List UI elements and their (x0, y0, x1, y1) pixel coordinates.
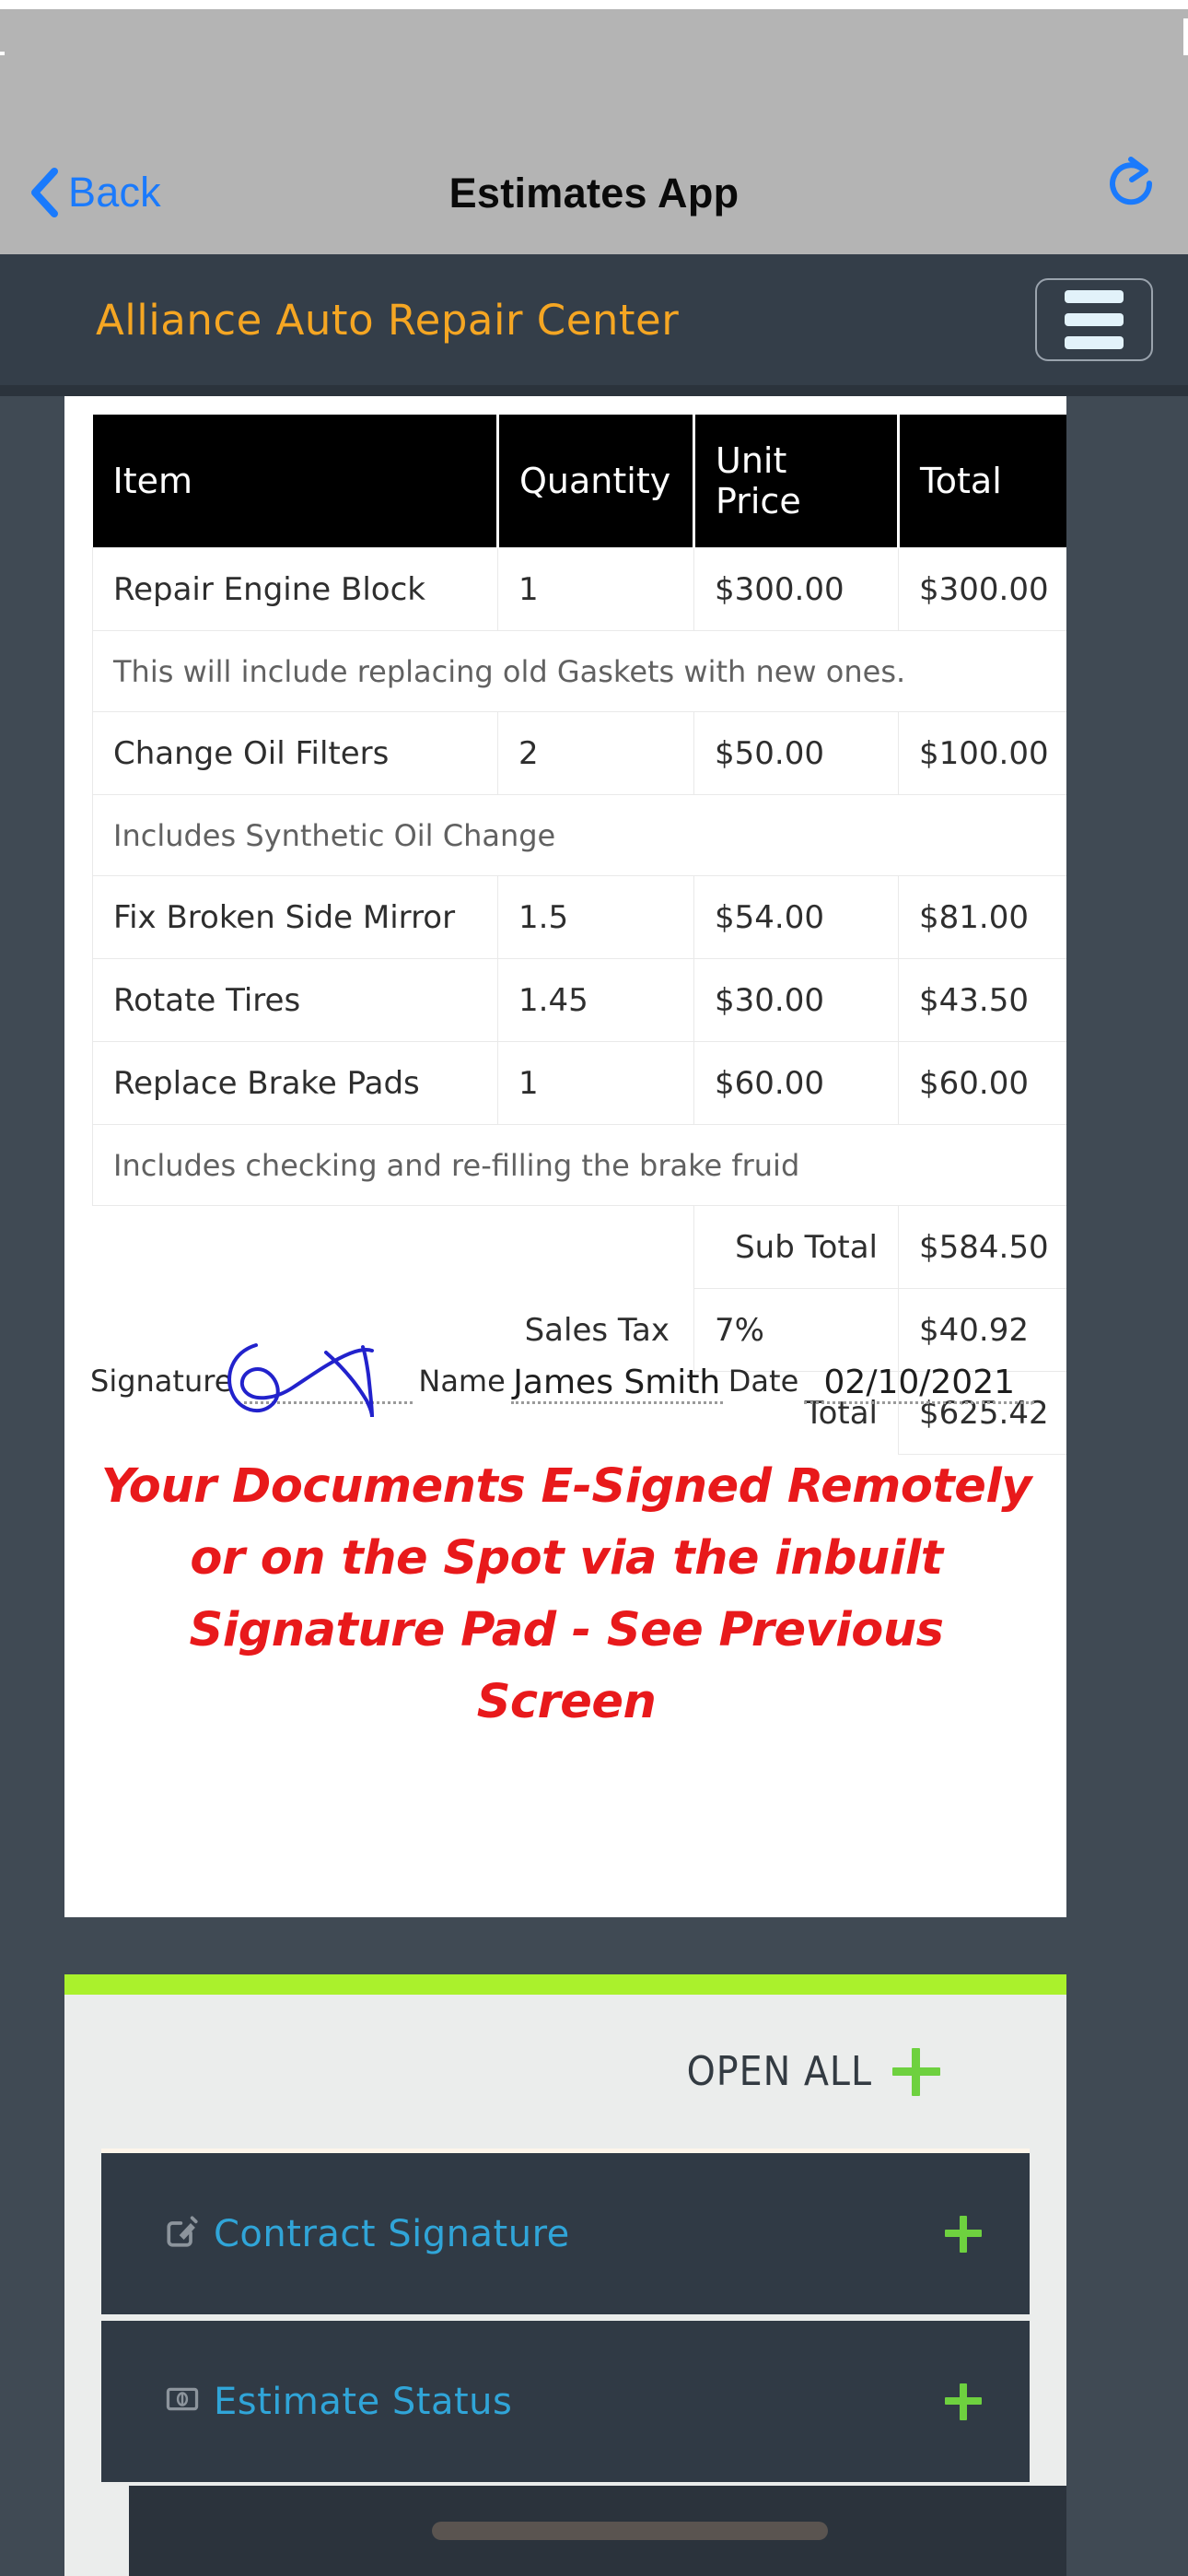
hamburger-menu-icon-bar-3 (1065, 336, 1124, 349)
table-header-row: Item Quantity Unit Price Total (92, 415, 1066, 548)
promo-line-3: Signature Pad - See Previous Screen (189, 1603, 944, 1729)
sales-tax-value: $40.92 (898, 1288, 1066, 1372)
cell-unit-price: $60.00 (693, 1041, 899, 1125)
refresh-icon (1103, 157, 1160, 217)
date-value: 02/10/2021 (823, 1364, 1016, 1401)
table-note-row: Includes Synthetic Oil Change (92, 794, 1066, 876)
header-divider (0, 385, 1188, 396)
ios-status-bar (0, 0, 1188, 116)
refresh-button[interactable] (1103, 152, 1160, 217)
table-note-row: This will include replacing old Gaskets … (92, 630, 1066, 712)
cell-unit-price: $30.00 (693, 958, 899, 1042)
column-header-quantity: Quantity (497, 415, 695, 548)
column-header-item: Item (92, 415, 499, 548)
column-header-total: Total (898, 415, 1066, 548)
accordion-item-label: Estimate Status (214, 2380, 513, 2423)
cell-unit-price: $54.00 (693, 875, 899, 959)
app-brand-header: Alliance Auto Repair Center (0, 254, 1188, 385)
name-value: James Smith (513, 1364, 721, 1401)
status-bar-edge-right (1183, 18, 1188, 60)
app-screen: Back Estimates App Alliance Auto Repair … (0, 0, 1188, 2576)
open-all-button[interactable]: OPEN ALL (64, 1995, 1066, 2149)
cell-item: Fix Broken Side Mirror (92, 875, 498, 959)
signature-label: Signature (90, 1364, 233, 1399)
navigation-bar: Back Estimates App (0, 55, 1188, 254)
promo-line-1: Your Documents E-Signed Remotely (100, 1459, 1032, 1514)
table-row[interactable]: Change Oil Filters 2 $50.00 $100.00 (92, 711, 1066, 795)
money-bill-icon (166, 2385, 199, 2418)
date-field[interactable]: 02/10/2021 (804, 1364, 1035, 1404)
cell-total: $300.00 (898, 547, 1066, 631)
cell-unit-price: $50.00 (693, 711, 899, 795)
cell-quantity: 1.5 (497, 875, 694, 959)
plus-icon (892, 2047, 940, 2096)
cell-item: Rotate Tires (92, 958, 498, 1042)
cell-note: This will include replacing old Gaskets … (92, 630, 1066, 712)
cell-item: Change Oil Filters (92, 711, 498, 795)
table-row[interactable]: Replace Brake Pads 1 $60.00 $60.00 (92, 1041, 1066, 1125)
promo-message: Your Documents E-Signed Remotely or on t… (92, 1451, 1041, 1739)
promo-line-2: or on the Spot via the inbuilt (190, 1531, 943, 1586)
back-button-label: Back (68, 169, 161, 216)
cell-total: $100.00 (898, 711, 1066, 795)
subtotal-value: $584.50 (898, 1205, 1066, 1289)
cell-quantity: 1.45 (497, 958, 694, 1042)
plus-icon[interactable] (945, 2215, 982, 2253)
cell-total: $81.00 (898, 875, 1066, 959)
signature-block: Signature Name James Smith Date 02/10/20… (90, 1343, 1066, 1418)
table-row[interactable]: Fix Broken Side Mirror 1.5 $54.00 $81.00 (92, 875, 1066, 959)
table-row[interactable]: Rotate Tires 1.45 $30.00 $43.50 (92, 958, 1066, 1042)
estimate-document-card: Item Quantity Unit Price Total Repair En… (64, 396, 1066, 1917)
cell-note: Includes Synthetic Oil Change (92, 794, 1066, 876)
estimate-table-body: Repair Engine Block 1 $300.00 $300.00 Th… (92, 547, 1066, 1455)
chevron-left-icon (28, 168, 59, 217)
brand-title: Alliance Auto Repair Center (96, 295, 680, 345)
signature-field[interactable] (227, 1343, 413, 1418)
accent-bar (64, 1974, 1066, 1995)
accordion-list: Contract Signature Estimate Status (101, 2149, 1030, 2482)
hamburger-menu-icon-bar-2 (1065, 313, 1124, 326)
accordion-item-contract-signature[interactable]: Contract Signature (101, 2153, 1030, 2314)
estimate-table: Item Quantity Unit Price Total Repair En… (92, 415, 1066, 1455)
hamburger-menu-button[interactable] (1035, 278, 1153, 361)
table-row[interactable]: Repair Engine Block 1 $300.00 $300.00 (92, 547, 1066, 631)
spacer-cell (92, 1205, 694, 1289)
edit-square-icon (166, 2215, 199, 2253)
sales-tax-rate: 7% (693, 1288, 899, 1372)
cell-note: Includes checking and re-filling the bra… (92, 1124, 1066, 1206)
back-button[interactable]: Back (28, 168, 161, 217)
accordion-item-estimate-status[interactable]: Estimate Status (101, 2321, 1030, 2482)
column-header-unit-price: Unit Price (693, 415, 900, 548)
home-indicator-bar (129, 2486, 1066, 2576)
hamburger-menu-icon-bar-1 (1065, 290, 1124, 303)
cell-quantity: 1 (497, 547, 694, 631)
cell-item: Repair Engine Block (92, 547, 498, 631)
cell-quantity: 1 (497, 1041, 694, 1125)
accordion-panel: OPEN ALL Contract Signature Estimate Sta… (64, 1974, 1066, 2576)
open-all-label: OPEN ALL (686, 2048, 872, 2095)
date-label: Date (728, 1364, 799, 1399)
page-title: Estimates App (448, 170, 740, 217)
cell-item: Replace Brake Pads (92, 1041, 498, 1125)
home-indicator[interactable] (432, 2522, 828, 2540)
subtotal-label: Sub Total (693, 1205, 899, 1289)
sales-tax-row: Sales Tax 7% $40.92 (92, 1288, 1066, 1372)
cell-unit-price: $300.00 (693, 547, 899, 631)
plus-icon[interactable] (945, 2383, 982, 2420)
name-field[interactable]: James Smith (510, 1364, 723, 1404)
cell-total: $60.00 (898, 1041, 1066, 1125)
subtotal-row: Sub Total $584.50 (92, 1205, 1066, 1289)
column-header-total-label: Total (920, 461, 1002, 501)
sales-tax-label: Sales Tax (92, 1288, 694, 1372)
name-label: Name (418, 1364, 506, 1399)
table-note-row: Includes checking and re-filling the bra… (92, 1124, 1066, 1206)
accordion-item-label: Contract Signature (214, 2212, 570, 2255)
cell-quantity: 2 (497, 711, 694, 795)
cell-total: $43.50 (898, 958, 1066, 1042)
